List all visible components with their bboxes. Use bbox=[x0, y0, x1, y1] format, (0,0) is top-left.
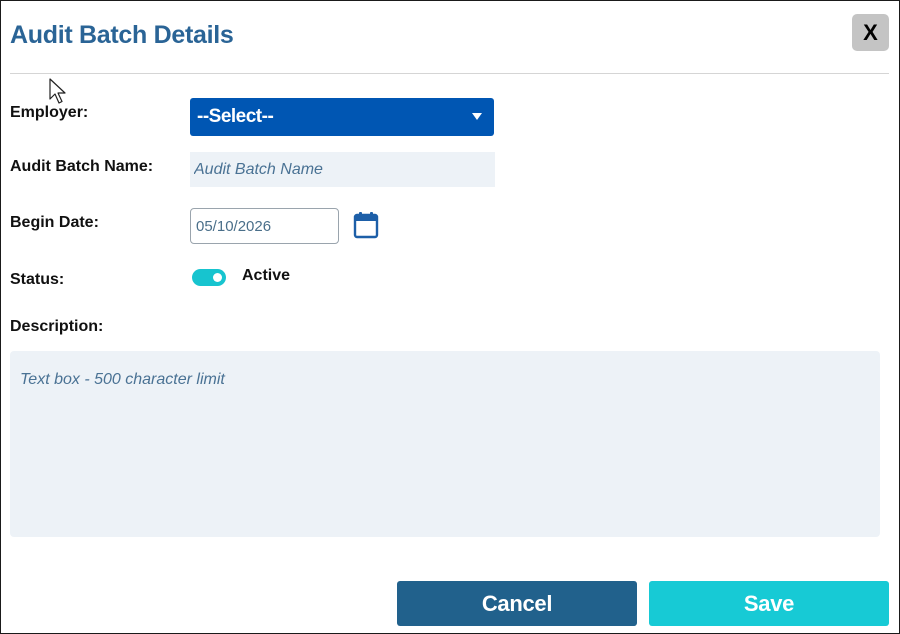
employer-label: Employer: bbox=[10, 104, 89, 121]
calendar-icon[interactable] bbox=[353, 211, 379, 239]
description-textarea[interactable] bbox=[10, 351, 880, 537]
caret-down-icon bbox=[472, 113, 482, 120]
audit-batch-name-label: Audit Batch Name: bbox=[10, 158, 154, 175]
toggle-knob bbox=[213, 273, 222, 282]
employer-select-value: --Select-- bbox=[197, 106, 274, 127]
mouse-pointer-icon bbox=[49, 78, 66, 104]
begin-date-label: Begin Date: bbox=[10, 214, 99, 231]
audit-batch-name-input[interactable] bbox=[190, 152, 495, 187]
cancel-button[interactable]: Cancel bbox=[397, 581, 637, 626]
employer-select[interactable]: --Select-- bbox=[190, 98, 494, 136]
begin-date-input[interactable] bbox=[190, 208, 339, 244]
close-button[interactable]: X bbox=[852, 14, 889, 51]
status-label: Status: bbox=[10, 271, 65, 288]
dialog-title: Audit Batch Details bbox=[10, 21, 234, 49]
save-button[interactable]: Save bbox=[649, 581, 889, 626]
description-label: Description: bbox=[10, 318, 104, 335]
audit-batch-dialog: Audit Batch Details X Employer: --Select… bbox=[0, 0, 900, 634]
header-divider bbox=[10, 73, 889, 74]
status-toggle-label: Active bbox=[242, 267, 291, 284]
status-toggle[interactable] bbox=[192, 269, 226, 286]
